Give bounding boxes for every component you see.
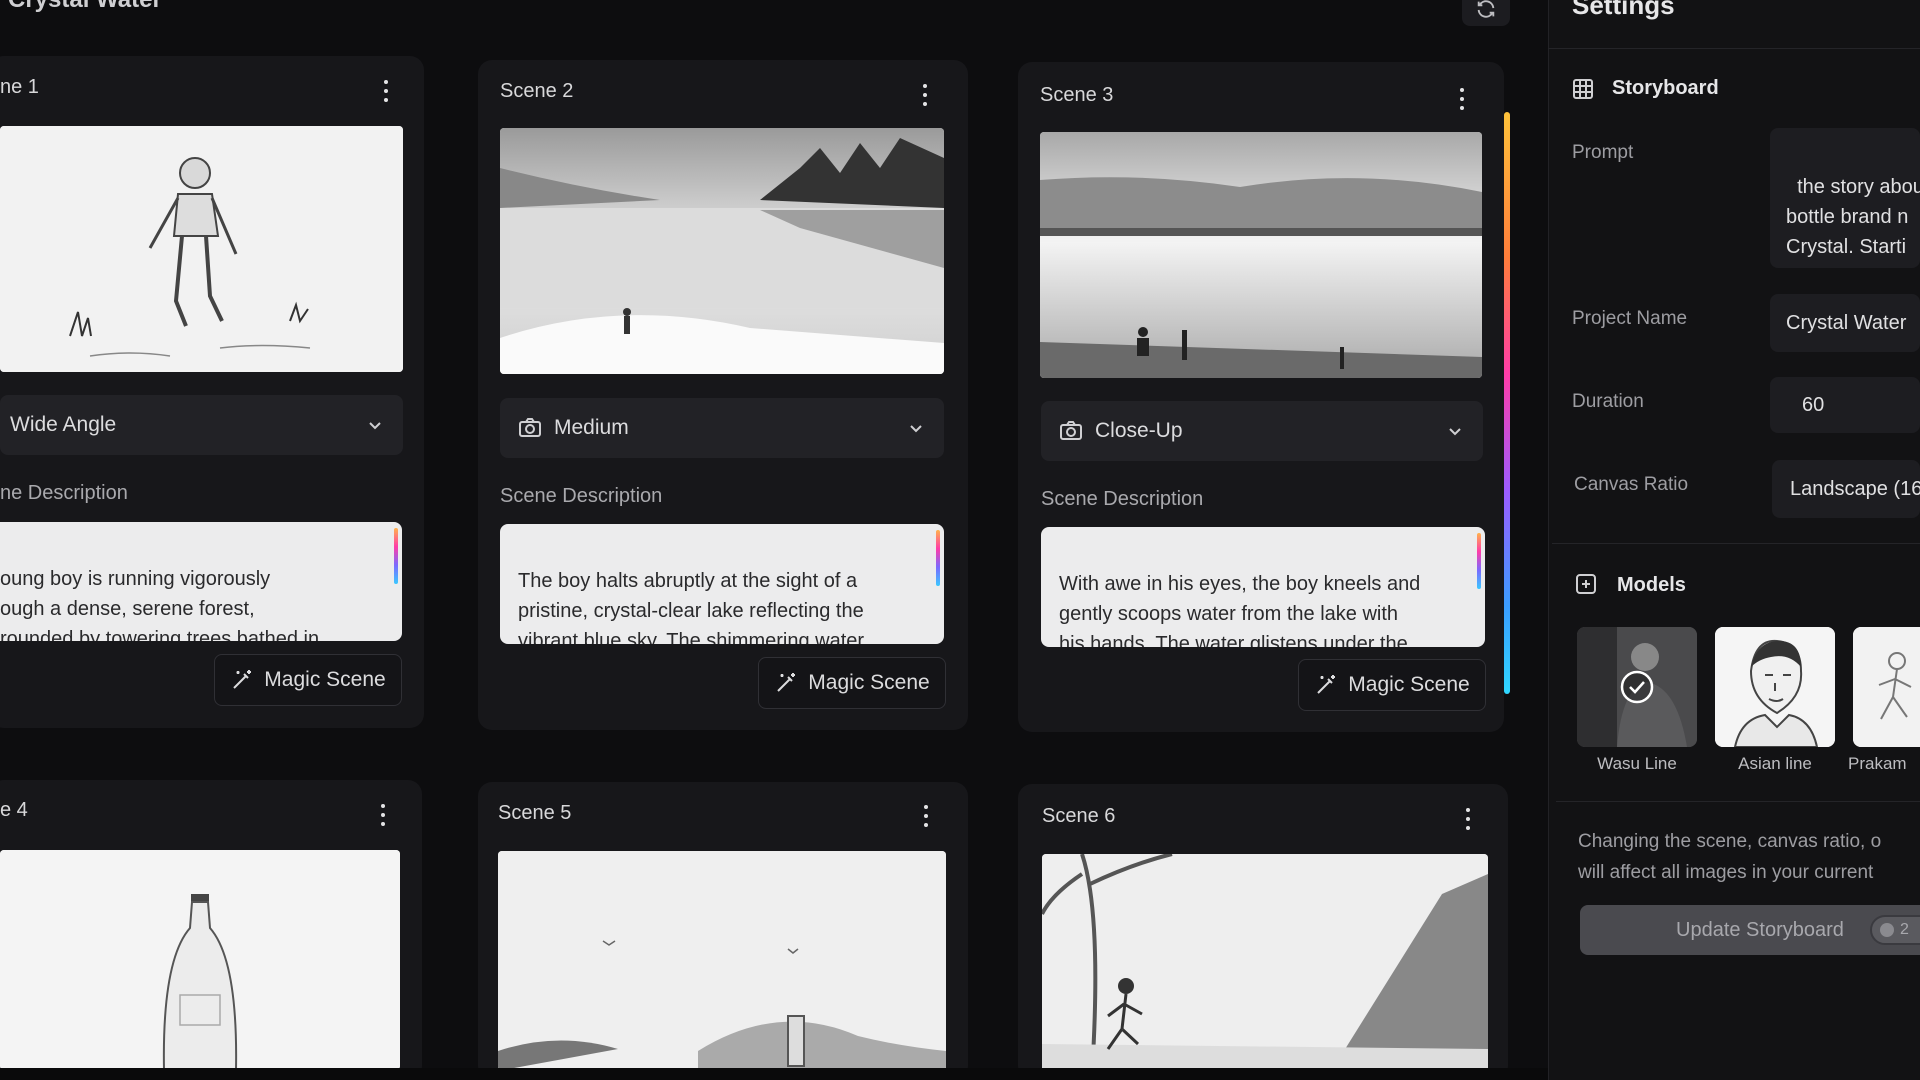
- scene-description-text: oung boy is running vigorously ough a de…: [0, 568, 320, 641]
- update-warning-text: Changing the scene, canvas ratio, o will…: [1578, 831, 1882, 883]
- magic-wand-icon: [777, 673, 796, 692]
- grid-icon: [1573, 79, 1593, 99]
- divider: [1556, 801, 1920, 802]
- prompt-textarea[interactable]: the story abou bottle brand n Crystal. S…: [1770, 128, 1920, 268]
- more-vertical-icon[interactable]: [1459, 88, 1465, 110]
- canvas-ratio-select[interactable]: Landscape (16: [1772, 460, 1920, 518]
- scene-description-input[interactable]: With awe in his eyes, the boy kneels and…: [1041, 527, 1485, 647]
- credit-badge: 2: [1870, 915, 1920, 945]
- scroll-progress-bar[interactable]: [1504, 112, 1510, 694]
- scene-description-label: ne Description: [0, 482, 128, 504]
- scene-image: [0, 126, 403, 372]
- scrollbar[interactable]: [936, 530, 940, 586]
- model-card-wasu-line[interactable]: [1577, 627, 1697, 747]
- scene-title: Scene 6: [1042, 805, 1116, 827]
- prompt-text: the story abou bottle brand n Crystal. S…: [1786, 176, 1920, 268]
- scene-description-text: With awe in his eyes, the boy kneels and…: [1059, 573, 1421, 647]
- credit-count: 2: [1900, 921, 1909, 938]
- more-vertical-icon[interactable]: [923, 805, 929, 827]
- divider: [1552, 543, 1920, 544]
- camera-icon: [1060, 421, 1082, 440]
- refresh-button[interactable]: [1462, 0, 1510, 26]
- scene-title: Scene 2: [500, 80, 574, 102]
- footer-bar: [0, 1068, 1548, 1080]
- settings-title: Settings: [1572, 0, 1675, 20]
- prompt-label: Prompt: [1572, 142, 1634, 163]
- magic-wand-icon: [233, 670, 252, 689]
- camera-icon: [519, 418, 541, 437]
- canvas-ratio-label: Canvas Ratio: [1574, 474, 1689, 495]
- scene-description-label: Scene Description: [500, 485, 663, 507]
- project-name-value: Crystal Water: [1786, 312, 1907, 334]
- scene-image: [500, 128, 944, 374]
- scene-image: [1042, 854, 1488, 1074]
- project-title: Crystal Water: [8, 0, 162, 14]
- shot-type-select[interactable]: Close-Up: [1041, 401, 1483, 461]
- add-image-icon: [1576, 574, 1596, 594]
- duration-value: 60: [1802, 394, 1825, 416]
- update-storyboard-button[interactable]: Update Storyboard 2: [1580, 905, 1920, 955]
- refresh-icon: [1477, 0, 1495, 18]
- more-vertical-icon[interactable]: [1465, 808, 1471, 830]
- project-name-input[interactable]: Crystal Water: [1770, 294, 1920, 352]
- more-vertical-icon[interactable]: [380, 804, 386, 826]
- magic-scene-button[interactable]: Magic Scene: [1298, 659, 1486, 711]
- scene-description-input[interactable]: oung boy is running vigorously ough a de…: [0, 522, 402, 641]
- chevron-down-icon: [910, 425, 922, 433]
- shot-type-select[interactable]: Wide Angle: [0, 395, 403, 455]
- shot-type-value: Close-Up: [1095, 419, 1183, 442]
- scene-image: [1040, 132, 1482, 378]
- scene-title: Scene 3: [1040, 84, 1114, 106]
- scrollbar[interactable]: [1477, 533, 1481, 589]
- model-card-asian-line[interactable]: [1715, 627, 1835, 747]
- divider: [1548, 48, 1920, 49]
- model-label: Wasu Line: [1597, 754, 1677, 773]
- scene-title: Scene 5: [498, 802, 572, 824]
- coin-icon: [1880, 923, 1894, 937]
- magic-scene-label: Magic Scene: [1348, 673, 1470, 696]
- scene-description-text: The boy halts abruptly at the sight of a…: [518, 570, 865, 644]
- duration-input[interactable]: 60: [1770, 377, 1920, 433]
- scene-image: [0, 850, 400, 1070]
- chevron-down-icon: [1449, 428, 1461, 436]
- magic-scene-button[interactable]: Magic Scene: [758, 657, 946, 709]
- scene-image: [498, 851, 946, 1071]
- scene-title: ne 1: [0, 76, 39, 98]
- shot-type-value: Wide Angle: [10, 413, 117, 436]
- magic-wand-icon: [1317, 675, 1336, 694]
- model-label: Prakam: [1848, 754, 1907, 773]
- scrollbar[interactable]: [394, 528, 398, 584]
- magic-scene-label: Magic Scene: [264, 668, 386, 691]
- chevron-down-icon: [369, 422, 381, 430]
- shot-type-select[interactable]: Medium: [500, 398, 944, 458]
- magic-scene-label: Magic Scene: [808, 671, 930, 694]
- more-vertical-icon[interactable]: [922, 84, 928, 106]
- scene-title: e 4: [0, 799, 28, 821]
- magic-scene-button[interactable]: Magic Scene: [214, 654, 402, 706]
- models-section-title: Models: [1617, 574, 1686, 596]
- project-name-label: Project Name: [1572, 308, 1688, 329]
- update-storyboard-label: Update Storyboard: [1676, 918, 1844, 941]
- shot-type-value: Medium: [554, 416, 629, 439]
- storyboard-section-title: Storyboard: [1612, 77, 1719, 99]
- scene-description-input[interactable]: The boy halts abruptly at the sight of a…: [500, 524, 944, 644]
- canvas-ratio-value: Landscape (16: [1790, 478, 1920, 500]
- more-vertical-icon[interactable]: [383, 80, 389, 102]
- scene-description-label: Scene Description: [1041, 488, 1204, 510]
- model-label: Asian line: [1738, 754, 1812, 773]
- model-card-prakam[interactable]: [1853, 627, 1920, 747]
- duration-label: Duration: [1572, 391, 1644, 412]
